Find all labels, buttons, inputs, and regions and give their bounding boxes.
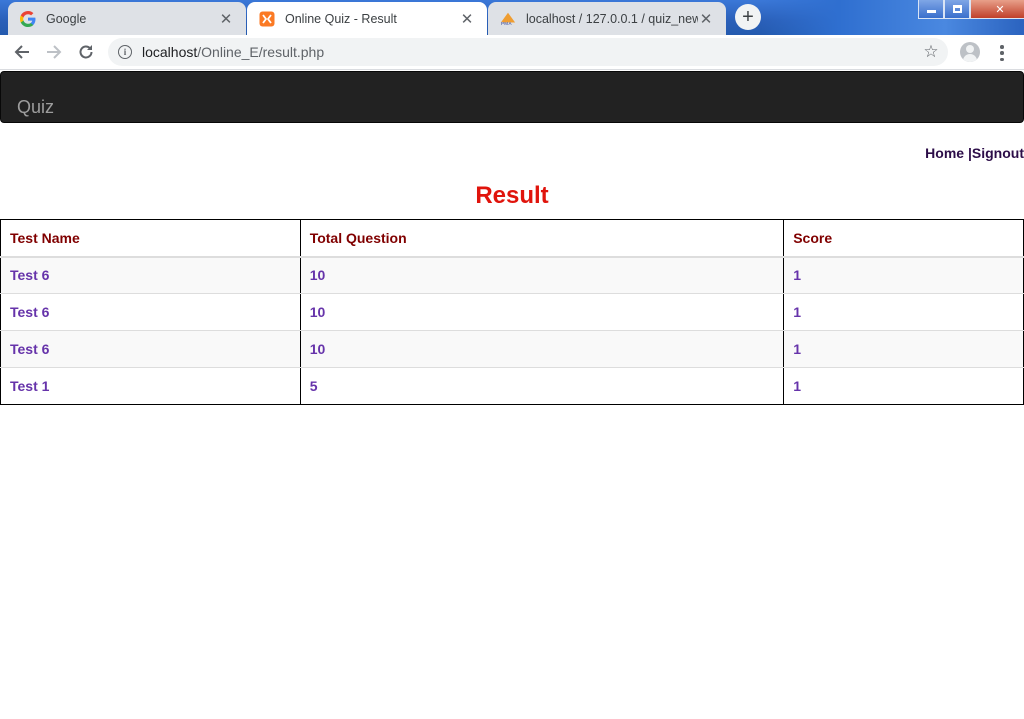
close-window-icon[interactable]: ✕ bbox=[970, 0, 1024, 19]
back-arrow-icon[interactable] bbox=[10, 40, 34, 64]
xampp-icon bbox=[259, 11, 275, 27]
bookmark-star-icon[interactable]: ☆ bbox=[922, 43, 940, 61]
total-question-cell: 10 bbox=[299, 330, 785, 368]
browser-toolbar: i localhost/Online_E/result.php ☆ bbox=[0, 35, 1024, 70]
score-cell: 1 bbox=[783, 293, 1024, 331]
test-name-cell: Test 1 bbox=[0, 367, 301, 405]
tab-title: Google bbox=[46, 11, 87, 26]
table-row: Test 6 10 1 bbox=[0, 256, 1024, 294]
column-header: Score bbox=[783, 219, 1024, 258]
table-row: Test 1 5 1 bbox=[0, 367, 1024, 405]
total-question-cell: 10 bbox=[299, 256, 785, 294]
restore-icon[interactable] bbox=[944, 0, 970, 19]
total-question-cell: 5 bbox=[299, 367, 785, 405]
top-nav: Home |Signout bbox=[925, 145, 1024, 161]
table-row: Test 6 10 1 bbox=[0, 330, 1024, 368]
close-tab-icon[interactable]: ✕ bbox=[698, 11, 714, 28]
test-name-cell: Test 6 bbox=[0, 256, 301, 294]
site-navbar: Quiz bbox=[0, 71, 1024, 123]
close-tab-icon[interactable]: ✕ bbox=[459, 11, 475, 28]
score-cell: 1 bbox=[783, 330, 1024, 368]
google-g-icon bbox=[20, 10, 36, 27]
tab-title: Online Quiz - Result bbox=[285, 11, 397, 26]
more-menu-icon[interactable] bbox=[992, 43, 1012, 63]
url-path: /Online_E/result.php bbox=[197, 44, 325, 60]
window-controls: ✕ bbox=[918, 0, 1024, 19]
test-name-cell: Test 6 bbox=[0, 293, 301, 331]
minimize-icon[interactable] bbox=[918, 0, 944, 19]
forward-arrow-icon[interactable] bbox=[42, 40, 66, 64]
close-tab-icon[interactable]: ✕ bbox=[218, 11, 234, 28]
tab-phpmyadmin[interactable]: PMA localhost / 127.0.0.1 / quiz_new / ✕ bbox=[488, 2, 726, 35]
new-tab-button[interactable]: + bbox=[735, 4, 761, 30]
svg-text:PMA: PMA bbox=[501, 20, 512, 25]
total-question-cell: 10 bbox=[299, 293, 785, 331]
tab-google[interactable]: Google ✕ bbox=[8, 2, 246, 35]
tab-title: localhost / 127.0.0.1 / quiz_new / bbox=[526, 11, 698, 26]
test-name-cell: Test 6 bbox=[0, 330, 301, 368]
phpmyadmin-icon: PMA bbox=[500, 11, 516, 27]
info-icon[interactable]: i bbox=[118, 45, 132, 59]
tab-online-quiz-result[interactable]: Online Quiz - Result ✕ bbox=[247, 2, 487, 35]
url-host: localhost bbox=[142, 44, 198, 60]
result-table: Test Name Total Question Score Test 6 10… bbox=[0, 219, 1024, 405]
table-header-row: Test Name Total Question Score bbox=[0, 219, 1024, 258]
column-header: Total Question bbox=[299, 219, 785, 258]
home-link[interactable]: Home bbox=[925, 145, 964, 161]
score-cell: 1 bbox=[783, 367, 1024, 405]
profile-avatar-icon[interactable] bbox=[960, 42, 980, 62]
column-header: Test Name bbox=[0, 219, 301, 258]
page-title: Result bbox=[475, 182, 549, 209]
tab-strip: Google ✕ Online Quiz - Result ✕ PMA loca… bbox=[0, 0, 1024, 35]
navbar-brand[interactable]: Quiz bbox=[17, 97, 54, 118]
address-bar[interactable]: i localhost/Online_E/result.php ☆ bbox=[108, 38, 948, 66]
score-cell: 1 bbox=[783, 256, 1024, 294]
table-row: Test 6 10 1 bbox=[0, 293, 1024, 331]
reload-icon[interactable] bbox=[74, 40, 98, 64]
signout-link[interactable]: Signout bbox=[972, 145, 1024, 161]
